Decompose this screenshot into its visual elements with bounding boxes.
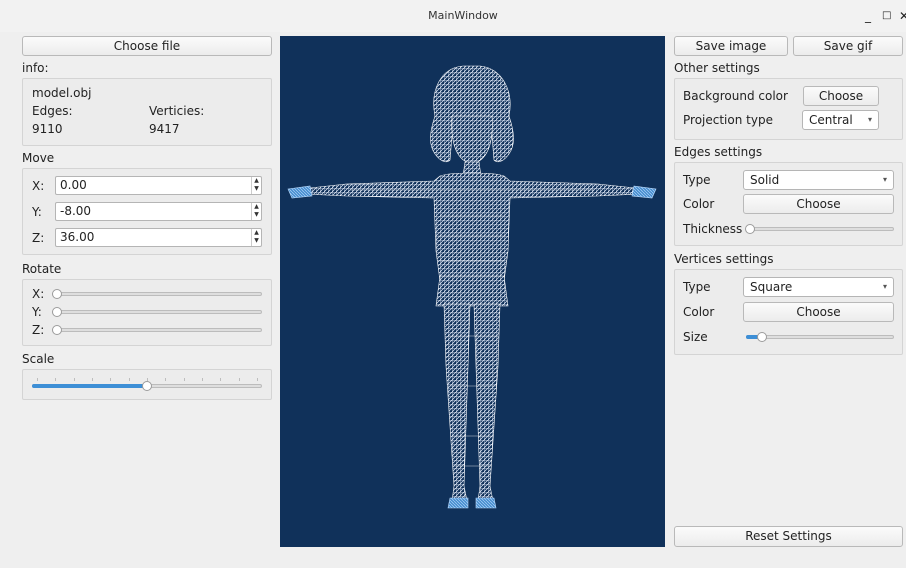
edges-type-value: Solid xyxy=(750,173,780,187)
rotate-y-label: Y: xyxy=(32,305,42,319)
move-z-value: 36.00 xyxy=(60,230,95,244)
file-name: model.obj xyxy=(32,86,92,100)
vertices-label: Verticies: xyxy=(149,104,205,118)
scale-tick xyxy=(128,378,130,381)
projection-type-value: Central xyxy=(809,113,853,127)
move-y-stepper[interactable]: ▲ ▼ xyxy=(251,203,261,220)
info-label: info: xyxy=(22,61,49,75)
choose-file-button[interactable]: Choose file xyxy=(22,36,272,56)
scale-tick xyxy=(73,378,75,381)
move-y-label: Y: xyxy=(32,205,42,219)
rotate-y-slider[interactable] xyxy=(52,310,262,314)
vertices-color-choose-button[interactable]: Choose xyxy=(743,302,894,322)
scale-tick xyxy=(220,378,222,381)
edges-color-label: Color xyxy=(683,197,715,211)
edges-color-choose-button[interactable]: Choose xyxy=(743,194,894,214)
edges-thickness-handle[interactable] xyxy=(745,224,755,234)
move-x-label: X: xyxy=(32,179,45,193)
scale-tick xyxy=(92,378,93,381)
vertices-type-label: Type xyxy=(683,280,711,294)
scale-slider-fill xyxy=(32,384,147,388)
move-y-value: -8.00 xyxy=(60,204,92,218)
model-viewport[interactable] xyxy=(280,36,665,547)
vertices-count: 9417 xyxy=(149,122,180,136)
move-z-label: Z: xyxy=(32,231,45,245)
rotate-y-handle[interactable] xyxy=(52,307,62,317)
scale-tick xyxy=(202,378,203,381)
minimize-icon[interactable]: _ xyxy=(865,9,871,23)
save-image-button[interactable]: Save image xyxy=(674,36,788,56)
vertices-size-label: Size xyxy=(683,330,708,344)
rotate-z-handle[interactable] xyxy=(52,325,62,335)
edges-thickness-slider[interactable] xyxy=(746,227,894,231)
rotate-label: Rotate xyxy=(22,262,62,276)
close-icon[interactable]: ✕ xyxy=(899,9,906,23)
scale-tick xyxy=(183,378,185,381)
save-gif-button[interactable]: Save gif xyxy=(793,36,903,56)
chevron-down-icon: ▾ xyxy=(882,175,887,184)
vertices-settings-label: Vertices settings xyxy=(674,252,774,266)
rotate-z-slider[interactable] xyxy=(52,328,262,332)
vertices-type-select[interactable]: Square ▾ xyxy=(743,277,894,297)
chevron-down-icon: ▾ xyxy=(867,115,872,124)
vertices-color-label: Color xyxy=(683,305,715,319)
move-x-input[interactable]: 0.00 ▲ ▼ xyxy=(55,176,262,195)
edges-settings-label: Edges settings xyxy=(674,145,763,159)
background-color-choose-button[interactable]: Choose xyxy=(803,86,879,106)
edges-thickness-label: Thickness xyxy=(683,222,743,236)
vertices-size-slider[interactable] xyxy=(746,335,894,339)
background-color-label: Background color xyxy=(683,89,788,103)
scale-handle[interactable] xyxy=(142,381,152,391)
reset-settings-button[interactable]: Reset Settings xyxy=(674,526,903,547)
move-z-input[interactable]: 36.00 ▲ ▼ xyxy=(55,228,262,247)
scale-tick xyxy=(257,378,258,381)
move-y-input[interactable]: -8.00 ▲ ▼ xyxy=(55,202,262,221)
rotate-x-slider[interactable] xyxy=(52,292,262,296)
scale-tick xyxy=(165,378,167,381)
wireframe-model xyxy=(287,65,657,509)
scale-tick xyxy=(238,378,240,381)
vertices-type-value: Square xyxy=(750,280,793,294)
move-label: Move xyxy=(22,151,55,165)
edges-type-select[interactable]: Solid ▾ xyxy=(743,170,894,190)
rotate-z-label: Z: xyxy=(32,323,45,337)
rotate-x-label: X: xyxy=(32,287,45,301)
vertices-size-handle[interactable] xyxy=(757,332,768,342)
scale-tick xyxy=(110,378,112,381)
rotate-x-handle[interactable] xyxy=(52,289,62,299)
move-x-value: 0.00 xyxy=(60,178,87,192)
move-x-stepper[interactable]: ▲ ▼ xyxy=(251,177,261,194)
scale-tick xyxy=(37,378,38,381)
window-title: MainWindow xyxy=(428,9,498,22)
projection-type-label: Projection type xyxy=(683,113,773,127)
scale-tick xyxy=(55,378,57,381)
projection-type-select[interactable]: Central ▾ xyxy=(802,110,879,130)
edges-type-label: Type xyxy=(683,173,711,187)
edges-count: 9110 xyxy=(32,122,63,136)
other-settings-label: Other settings xyxy=(674,61,760,75)
chevron-down-icon: ▾ xyxy=(882,282,887,291)
maximize-icon[interactable]: □ xyxy=(882,10,891,21)
move-z-stepper[interactable]: ▲ ▼ xyxy=(251,229,261,246)
edges-label: Edges: xyxy=(32,104,73,118)
scale-label: Scale xyxy=(22,352,55,366)
